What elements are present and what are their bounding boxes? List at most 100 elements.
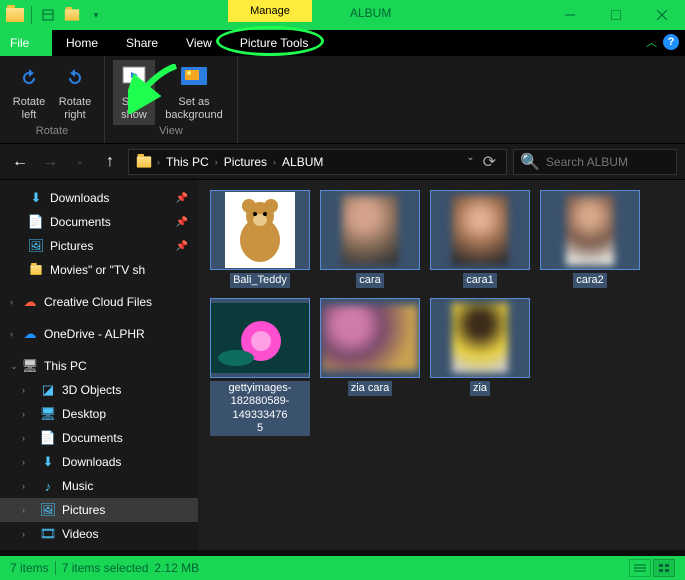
- ribbon-group-rotate: Rotate left Rotate right Rotate: [0, 56, 105, 143]
- file-label: Bali_Teddy: [230, 273, 290, 288]
- sidebar-item-thispc[interactable]: ⌄🖥This PC: [0, 354, 198, 378]
- file-item[interactable]: zia: [430, 298, 530, 436]
- download-icon: ⬇: [40, 454, 56, 470]
- search-box[interactable]: 🔍: [513, 149, 677, 175]
- creative-cloud-icon: ☁: [22, 294, 38, 310]
- sidebar-item-videos[interactable]: ›🎞Videos: [0, 522, 198, 546]
- thumbnails-view-button[interactable]: [653, 559, 675, 577]
- sidebar-item-movies[interactable]: Movies" or "TV sh: [0, 258, 198, 282]
- navigation-bar: ← → ⌄ ↑ › This PC › Pictures › ALBUM ⌄ ⟳…: [0, 144, 685, 180]
- file-label: cara2: [573, 273, 607, 288]
- navigation-pane[interactable]: ⬇Downloads📌 📄Documents📌 🖼Pictures📌 Movie…: [0, 180, 198, 550]
- qat-properties-icon[interactable]: [37, 4, 59, 26]
- file-item[interactable]: cara1: [430, 190, 530, 288]
- video-icon: 🎞: [40, 526, 56, 542]
- file-item[interactable]: cara2: [540, 190, 640, 288]
- pin-icon: 📌: [176, 193, 188, 204]
- set-as-background-button[interactable]: Set as background: [159, 60, 229, 125]
- sidebar-item-3dobjects[interactable]: ›◪3D Objects: [0, 378, 198, 402]
- app-icon[interactable]: [4, 4, 26, 26]
- chevron-right-icon[interactable]: ›: [10, 297, 13, 307]
- file-item[interactable]: zia cara: [320, 298, 420, 436]
- file-label: zia: [470, 381, 490, 396]
- nav-forward-button[interactable]: →: [38, 150, 62, 174]
- nav-back-button[interactable]: ←: [8, 150, 32, 174]
- file-label: zia cara: [348, 381, 393, 396]
- sidebar-item-downloads[interactable]: ⬇Downloads📌: [0, 186, 198, 210]
- title-bar: ▾ Manage ALBUM: [0, 0, 685, 30]
- address-chevron-2[interactable]: ›: [273, 157, 276, 167]
- minimize-button[interactable]: [547, 0, 593, 30]
- rotate-right-button[interactable]: Rotate right: [54, 60, 96, 125]
- chevron-right-icon[interactable]: ›: [22, 457, 25, 467]
- file-item[interactable]: gettyimages-182880589-149333476 5: [210, 298, 310, 436]
- sidebar-item-pictures-qa[interactable]: 🖼Pictures📌: [0, 234, 198, 258]
- chevron-right-icon[interactable]: ›: [10, 329, 13, 339]
- search-input[interactable]: [546, 155, 670, 169]
- status-bar: 7 items 7 items selected 2.12 MB: [0, 556, 685, 580]
- maximize-button[interactable]: [593, 0, 639, 30]
- close-button[interactable]: [639, 0, 685, 30]
- file-label: cara1: [463, 273, 497, 288]
- file-label: gettyimages-182880589-149333476 5: [210, 381, 310, 436]
- breadcrumb-thispc[interactable]: This PC: [162, 155, 213, 169]
- sidebar-item-onedrive[interactable]: ›☁OneDrive - ALPHR: [0, 322, 198, 346]
- sidebar-item-documents[interactable]: ›📄Documents: [0, 426, 198, 450]
- thumbnail: [210, 298, 310, 378]
- sidebar-item-downloads[interactable]: ›⬇Downloads: [0, 450, 198, 474]
- sidebar-item-pictures[interactable]: ›🖼Pictures: [0, 498, 198, 522]
- help-icon[interactable]: ?: [663, 34, 679, 50]
- slide-show-icon: [118, 62, 150, 94]
- sidebar-item-desktop[interactable]: ›🖥Desktop: [0, 402, 198, 426]
- view-tab[interactable]: View: [172, 30, 226, 56]
- qat-newfolder-icon[interactable]: [61, 4, 83, 26]
- chevron-right-icon[interactable]: ›: [22, 385, 25, 395]
- address-chevron-root[interactable]: ›: [157, 157, 160, 167]
- breadcrumb-pictures[interactable]: Pictures: [220, 155, 271, 169]
- home-tab[interactable]: Home: [52, 30, 112, 56]
- download-icon: ⬇: [28, 190, 44, 206]
- address-chevron-1[interactable]: ›: [215, 157, 218, 167]
- menu-bar: File Home Share View Picture Tools ︿ ?: [0, 30, 685, 56]
- slide-show-button[interactable]: Slide show: [113, 60, 155, 125]
- sidebar-item-music[interactable]: ›♪Music: [0, 474, 198, 498]
- details-view-button[interactable]: [629, 559, 651, 577]
- nav-recent-dropdown[interactable]: ⌄: [68, 150, 92, 174]
- sidebar-item-creative-cloud[interactable]: ›☁Creative Cloud Files: [0, 290, 198, 314]
- chevron-right-icon[interactable]: ›: [22, 433, 25, 443]
- refresh-icon[interactable]: ⟳: [483, 152, 496, 172]
- file-label: cara: [356, 273, 383, 288]
- chevron-right-icon[interactable]: ›: [22, 529, 25, 539]
- thumbnail: [430, 298, 530, 378]
- thispc-icon: 🖥: [22, 358, 38, 374]
- collapse-ribbon-icon[interactable]: ︿: [646, 34, 657, 50]
- file-menu[interactable]: File: [0, 30, 52, 56]
- chevron-down-icon[interactable]: ⌄: [10, 361, 18, 372]
- share-tab[interactable]: Share: [112, 30, 172, 56]
- nav-up-button[interactable]: ↑: [98, 150, 122, 174]
- qat-dropdown-icon[interactable]: ▾: [85, 4, 107, 26]
- set-as-background-icon: [178, 62, 210, 94]
- file-view[interactable]: Bali_Teddy cara cara1 cara2 gettyimages-…: [198, 180, 685, 550]
- pic-icon: 🖼: [40, 502, 56, 518]
- thumbnail: [430, 190, 530, 270]
- chevron-right-icon[interactable]: ›: [22, 409, 25, 419]
- manage-contextual-tab: Manage: [228, 0, 312, 22]
- chevron-right-icon[interactable]: ›: [22, 481, 25, 491]
- address-bar[interactable]: › This PC › Pictures › ALBUM ⌄ ⟳: [128, 149, 507, 175]
- breadcrumb-album[interactable]: ALBUM: [278, 155, 327, 169]
- file-item[interactable]: Bali_Teddy: [210, 190, 310, 288]
- ribbon: Rotate left Rotate right Rotate Slide sh…: [0, 56, 685, 144]
- chevron-right-icon[interactable]: ›: [22, 505, 25, 515]
- folder-icon: [28, 262, 44, 278]
- rotate-left-button[interactable]: Rotate left: [8, 60, 50, 125]
- address-dropdown-icon[interactable]: ⌄: [466, 152, 474, 172]
- 3d-icon: ◪: [40, 382, 56, 398]
- search-icon: 🔍: [520, 152, 540, 172]
- thumbnail: [540, 190, 640, 270]
- pin-icon: 📌: [176, 217, 188, 228]
- quick-access-toolbar: ▾: [0, 4, 107, 26]
- file-item[interactable]: cara: [320, 190, 420, 288]
- sidebar-item-documents[interactable]: 📄Documents📌: [0, 210, 198, 234]
- picture-tools-tab[interactable]: Picture Tools: [226, 30, 322, 56]
